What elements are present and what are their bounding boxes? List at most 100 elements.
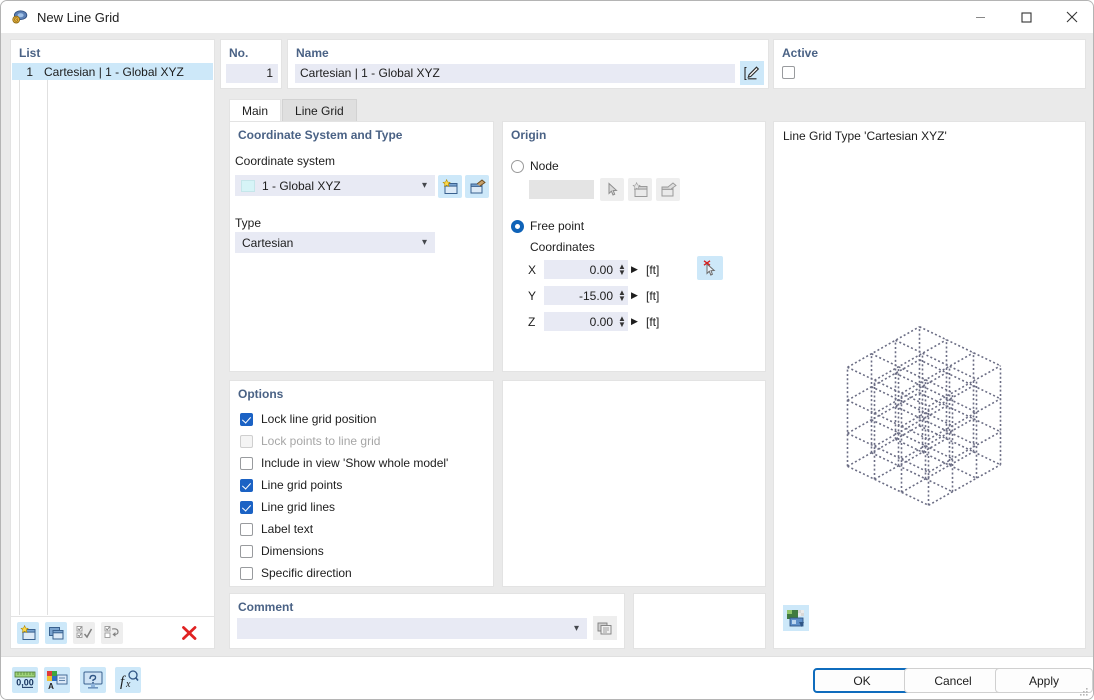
coordinate-x-expand-icon[interactable]: ▶ xyxy=(628,264,641,275)
spinner-y[interactable]: ▲ ▼ xyxy=(616,286,628,305)
option-line-grid-points[interactable]: Line grid points xyxy=(240,478,342,492)
resize-grip[interactable] xyxy=(1079,687,1089,699)
origin-panel: Origin Node Free point Coordinates X 0.0… xyxy=(502,121,766,372)
origin-free-point-radio[interactable] xyxy=(511,220,524,233)
option-label: Lock line grid position xyxy=(261,412,377,426)
fx-icon[interactable]: f x xyxy=(115,667,141,693)
option-lock-points-to-line-grid: Lock points to line grid xyxy=(240,434,380,448)
window-controls xyxy=(957,1,1093,33)
name-label: Name xyxy=(296,46,329,60)
option-checkbox[interactable] xyxy=(240,412,253,426)
option-line-grid-lines[interactable]: Line grid lines xyxy=(240,500,335,514)
type-select[interactable]: Cartesian ▾ xyxy=(235,232,435,253)
option-checkbox[interactable] xyxy=(240,566,253,580)
chevron-down-icon: ▾ xyxy=(421,237,427,248)
new-coordinate-system-icon[interactable] xyxy=(438,175,462,198)
list-divider-num xyxy=(47,63,48,615)
coordinate-system-panel: Coordinate System and Type Coordinate sy… xyxy=(229,121,494,372)
comment-panel: Comment ▾ xyxy=(229,593,625,649)
copy-item-button[interactable] xyxy=(45,621,67,644)
delete-item-button[interactable] xyxy=(178,622,200,644)
origin-free-point-label: Free point xyxy=(530,219,585,233)
option-label: Line grid points xyxy=(261,478,343,492)
chevron-down-icon: ▾ xyxy=(573,623,579,634)
svg-text:0,00: 0,00 xyxy=(16,678,34,688)
close-icon[interactable] xyxy=(1049,1,1093,33)
origin-node-radio[interactable] xyxy=(511,160,524,173)
coordinate-y-expand-icon[interactable]: ▶ xyxy=(628,290,641,301)
number-panel: No. 1 xyxy=(220,39,282,89)
option-checkbox[interactable] xyxy=(240,478,253,492)
coordinate-system-label: Coordinate system xyxy=(235,154,336,168)
svg-text:G: G xyxy=(14,17,18,23)
options-title: Options xyxy=(238,387,284,401)
option-include-in-view-show-whole-model[interactable]: Include in view 'Show whole model' xyxy=(240,456,448,470)
pick-point-cursor-icon[interactable] xyxy=(697,256,723,280)
option-checkbox[interactable] xyxy=(240,522,253,536)
tab-main[interactable]: Main xyxy=(229,99,282,121)
axis-label-x: X xyxy=(528,262,537,277)
monitor-help-icon[interactable] xyxy=(80,667,106,693)
coordinate-z-unit: [ft] xyxy=(646,314,660,329)
line-grid-preview[interactable] xyxy=(774,144,1087,614)
type-label: Type xyxy=(235,216,262,230)
svg-text:A: A xyxy=(48,682,54,690)
origin-node-field[interactable] xyxy=(529,180,594,199)
option-label: Include in view 'Show whole model' xyxy=(261,456,449,470)
preview-panel: Line Grid Type 'Cartesian XYZ' xyxy=(773,121,1086,649)
list-item[interactable]: 1 Cartesian | 1 - Global XYZ xyxy=(12,63,213,80)
preview-title: Line Grid Type 'Cartesian XYZ' xyxy=(783,129,947,143)
tab-line-grid[interactable]: Line Grid xyxy=(282,99,357,121)
edit-coordinate-system-icon[interactable] xyxy=(465,175,489,198)
units-0-00-icon[interactable]: 0,00 xyxy=(12,667,38,693)
active-panel: Active xyxy=(773,39,1086,89)
origin-node-label: Node xyxy=(530,159,559,173)
number-field[interactable]: 1 xyxy=(226,64,278,83)
coordinate-system-select[interactable]: 1 - Global XYZ ▾ xyxy=(235,175,435,196)
render-settings-icon[interactable] xyxy=(783,605,809,631)
name-field[interactable]: Cartesian | 1 - Global XYZ xyxy=(295,64,735,83)
coordinate-x-field[interactable]: 0.00 xyxy=(544,260,616,279)
chevron-down-icon: ▾ xyxy=(421,180,427,191)
coordinate-z-expand-icon[interactable]: ▶ xyxy=(628,316,641,327)
option-lock-line-grid-position[interactable]: Lock line grid position xyxy=(240,412,376,426)
comment-list-icon[interactable] xyxy=(593,616,617,640)
text-format-icon[interactable]: A xyxy=(44,667,70,693)
window-title: New Line Grid xyxy=(37,9,120,25)
minimize-icon[interactable] xyxy=(957,1,1003,33)
comment-select[interactable]: ▾ xyxy=(237,618,587,639)
new-node-icon xyxy=(628,178,652,201)
coordinate-z-field[interactable]: 0.00 xyxy=(544,312,616,331)
option-specific-direction[interactable]: Specific direction xyxy=(240,566,352,580)
svg-text:x: x xyxy=(125,679,131,690)
axis-label-z: Z xyxy=(528,314,536,329)
number-label: No. xyxy=(229,46,249,60)
spinner-z[interactable]: ▲ ▼ xyxy=(616,312,628,331)
option-label-text[interactable]: Label text xyxy=(240,522,313,536)
options-panel: Options Lock line grid position Lock poi… xyxy=(229,380,494,587)
spinner-x[interactable]: ▲ ▼ xyxy=(616,260,628,279)
coordinate-y-field[interactable]: -15.00 xyxy=(544,286,616,305)
active-checkbox[interactable] xyxy=(782,66,795,79)
ok-button[interactable]: OK xyxy=(813,668,911,693)
new-item-button[interactable] xyxy=(17,621,39,644)
title-bar: G New Line Grid xyxy=(1,1,1093,33)
option-checkbox[interactable] xyxy=(240,500,253,514)
tab-bar: Main Line Grid xyxy=(229,99,358,121)
spacer-panel xyxy=(633,593,766,649)
cancel-button[interactable]: Cancel xyxy=(904,668,1002,693)
option-checkbox[interactable] xyxy=(240,544,253,558)
option-label: Lock points to line grid xyxy=(261,434,381,448)
coordinate-row-z: Z 0.00 ▲ ▼ ▶ [ft] xyxy=(528,312,659,331)
option-dimensions[interactable]: Dimensions xyxy=(240,544,324,558)
list-divider-left xyxy=(19,63,20,615)
edit-pencil-icon[interactable] xyxy=(740,61,764,85)
maximize-icon[interactable] xyxy=(1003,1,1049,33)
list-title: List xyxy=(19,46,41,60)
option-checkbox[interactable] xyxy=(240,456,253,470)
coordinate-row-x: X 0.00 ▲ ▼ ▶ [ft] xyxy=(528,260,659,279)
coordinate-system-color-swatch xyxy=(241,179,255,192)
option-label: Dimensions xyxy=(261,544,324,558)
edit-node-icon xyxy=(656,178,680,201)
select-all-button xyxy=(73,621,95,644)
